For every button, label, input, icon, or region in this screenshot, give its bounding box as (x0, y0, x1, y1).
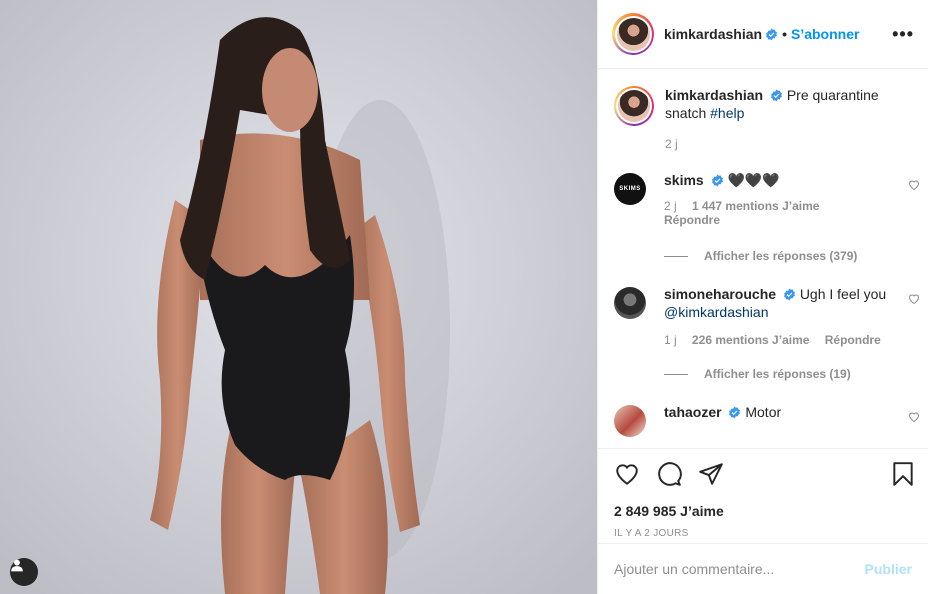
heart-icon[interactable] (908, 179, 920, 191)
replies-divider (664, 255, 688, 257)
commenter-username[interactable]: tahaozer (664, 404, 722, 420)
save-button[interactable] (890, 461, 916, 487)
share-icon (699, 463, 723, 485)
share-button[interactable] (698, 461, 724, 487)
view-replies-button[interactable]: Afficher les réponses (379) (664, 249, 912, 263)
comment-text: Motor (745, 404, 782, 420)
comments-list[interactable]: kimkardashian Pre quarantine snatch #hel… (598, 70, 928, 448)
like-button[interactable] (614, 461, 640, 487)
comment-composer: Publier (598, 543, 928, 594)
reply-button[interactable]: Répondre (664, 213, 720, 227)
publish-button[interactable]: Publier (865, 561, 912, 577)
post-panel: kimkardashian • S’abonner ••• kimkardash… (597, 0, 928, 594)
author-avatar[interactable] (612, 13, 654, 55)
caption-hashtag[interactable]: #help (710, 105, 744, 121)
separator-dot: • (782, 26, 787, 42)
caption: kimkardashian Pre quarantine snatch #hel… (614, 70, 912, 153)
comment-button[interactable] (656, 461, 682, 487)
verified-icon (729, 406, 741, 419)
commenter-avatar[interactable]: SKIMS (614, 173, 646, 205)
user-tag-icon (11, 559, 23, 572)
commenter-username[interactable]: skims (664, 172, 704, 188)
likes-count[interactable]: 2 849 985 J’aime (614, 503, 912, 519)
post-header: kimkardashian • S’abonner ••• (598, 0, 928, 69)
heart-icon[interactable] (908, 411, 920, 423)
user-tag-button[interactable] (10, 558, 38, 586)
commenter-username[interactable]: simoneharouche (664, 286, 776, 302)
caption-avatar[interactable] (614, 86, 654, 126)
view-replies-label[interactable]: Afficher les réponses (379) (704, 249, 857, 263)
caption-time[interactable]: 2 j (665, 137, 678, 151)
comment-item: simoneharouche Ugh I feel you @kimkardas… (614, 285, 920, 347)
comment-icon (658, 462, 682, 486)
post-actions: 2 849 985 J’aime IL Y A 2 JOURS (598, 448, 928, 543)
more-icon[interactable]: ••• (892, 24, 914, 45)
verified-icon (771, 89, 782, 102)
replies-divider (664, 373, 688, 375)
verified-icon (711, 174, 723, 187)
commenter-avatar[interactable] (614, 405, 646, 437)
comment-text: 🖤🖤🖤 (727, 172, 780, 188)
comment-mention[interactable]: @kimkardashian (664, 304, 768, 320)
post-image (0, 0, 597, 594)
comment-time[interactable]: 2 j (664, 199, 677, 213)
comment-text: Ugh I feel you (799, 286, 887, 302)
view-replies-button[interactable]: Afficher les réponses (19) (664, 367, 912, 381)
heart-icon (616, 464, 638, 485)
author-username[interactable]: kimkardashian (664, 26, 762, 42)
reply-button[interactable]: Répondre (825, 333, 881, 347)
comment-likes[interactable]: 1 447 mentions J’aime (692, 199, 819, 213)
post-date[interactable]: IL Y A 2 JOURS (614, 528, 912, 539)
post-photo[interactable] (0, 0, 597, 594)
verified-icon (766, 28, 777, 40)
comment-item: SKIMS skims 🖤🖤🖤 2 j 1 447 mentions J’aim… (614, 171, 920, 227)
commenter-avatar[interactable] (614, 287, 646, 319)
comment-time[interactable]: 1 j (664, 333, 677, 347)
verified-icon (784, 288, 795, 301)
comment-input[interactable] (614, 561, 865, 577)
caption-username[interactable]: kimkardashian (665, 87, 763, 103)
follow-button[interactable]: S’abonner (791, 26, 859, 42)
view-replies-label[interactable]: Afficher les réponses (19) (704, 367, 851, 381)
comment-likes[interactable]: 226 mentions J’aime (692, 333, 809, 347)
heart-icon[interactable] (908, 293, 920, 305)
comment-item: tahaozer Motor (614, 403, 920, 437)
bookmark-icon (893, 462, 913, 486)
